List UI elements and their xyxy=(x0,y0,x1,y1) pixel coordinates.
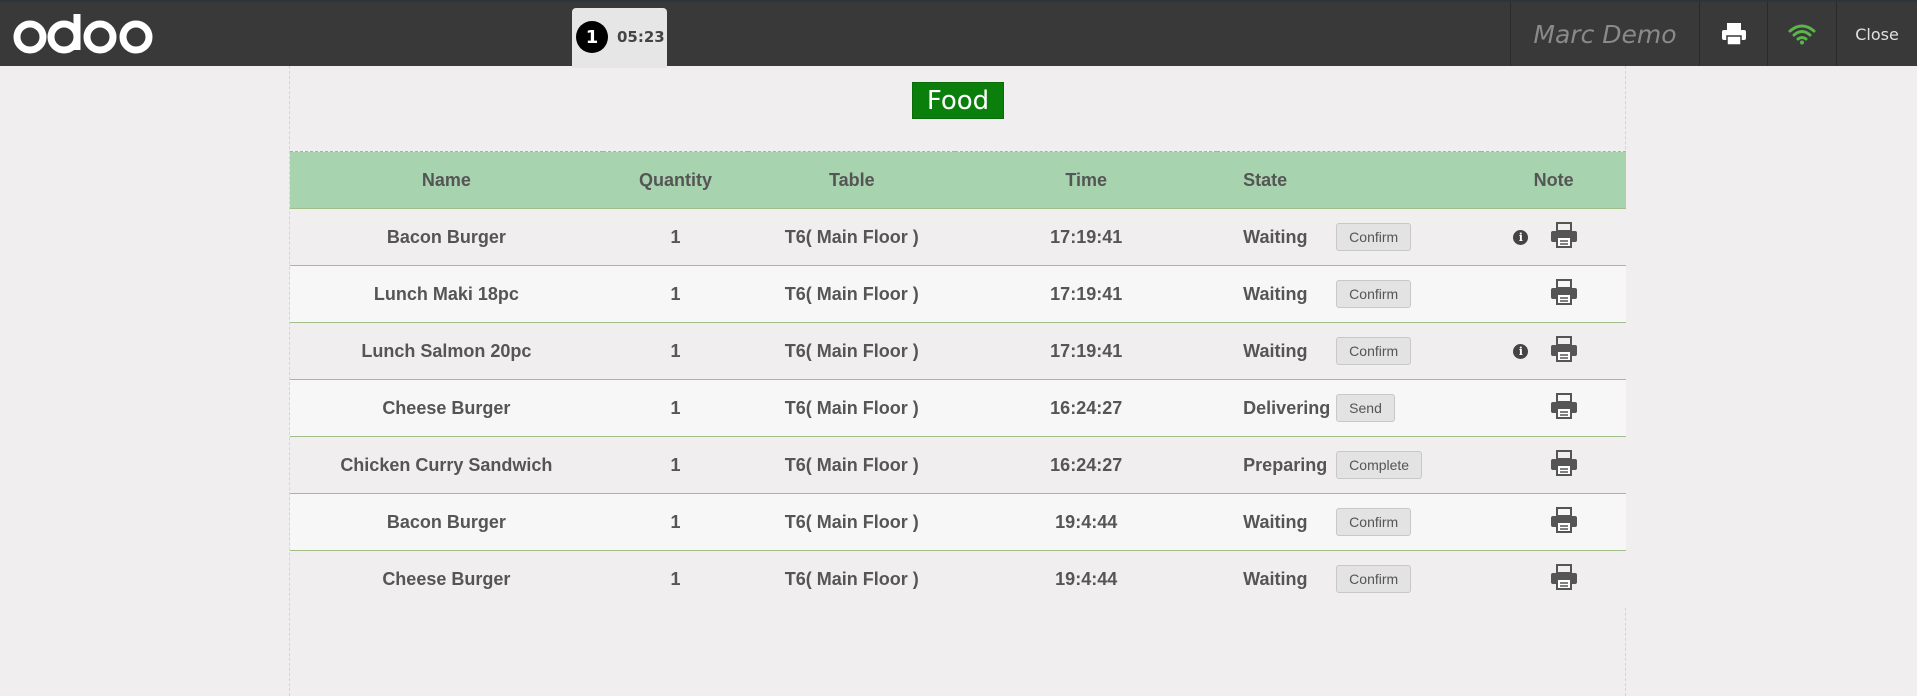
odoo-logo: odoo xyxy=(13,14,153,54)
table-row: Cheese Burger 1 T6( Main Floor ) 16:24:27 De… xyxy=(290,379,1626,437)
item-name: Bacon Burger xyxy=(290,493,603,551)
column-header-table: Table xyxy=(748,151,956,209)
item-note-cell: i xyxy=(1481,208,1626,266)
item-state: Waiting xyxy=(1243,511,1308,532)
table-row: Cheese Burger 1 T6( Main Floor ) 19:4:44 Wai… xyxy=(290,550,1626,607)
column-header-quantity: Quantity xyxy=(602,151,749,209)
item-table: T6( Main Floor ) xyxy=(748,208,956,266)
item-quantity: 1 xyxy=(602,208,749,266)
item-time: 16:24:27 xyxy=(955,436,1218,494)
item-table: T6( Main Floor ) xyxy=(748,379,956,437)
item-state: Waiting xyxy=(1243,226,1308,247)
item-state-cell: Delivering Send xyxy=(1217,379,1482,437)
state-action-button[interactable]: Confirm xyxy=(1336,223,1412,251)
item-table: T6( Main Floor ) xyxy=(748,436,956,494)
order-number-badge: 1 xyxy=(576,21,608,53)
printer-icon xyxy=(1721,23,1746,46)
printer-icon[interactable] xyxy=(1550,279,1578,310)
printer-icon[interactable] xyxy=(1550,450,1578,481)
item-time: 19:4:44 xyxy=(955,550,1218,607)
item-state-cell: Waiting Confirm xyxy=(1217,322,1482,380)
item-time: 17:19:41 xyxy=(955,265,1218,323)
item-note-cell: i xyxy=(1481,322,1626,380)
table-row: Chicken Curry Sandwich 1 T6( Main Floor ) 1… xyxy=(290,436,1626,494)
column-header-state: State xyxy=(1217,151,1482,209)
item-name: Bacon Burger xyxy=(290,208,603,266)
username[interactable]: Marc Demo xyxy=(1510,2,1699,66)
printer-icon[interactable] xyxy=(1550,507,1578,538)
printer-icon[interactable] xyxy=(1550,336,1578,367)
item-note-cell xyxy=(1481,379,1626,437)
column-header-name: Name xyxy=(290,151,603,209)
item-quantity: 1 xyxy=(602,550,749,607)
item-state-cell: Waiting Confirm xyxy=(1217,208,1482,266)
info-icon[interactable]: i xyxy=(1513,230,1529,245)
item-quantity: 1 xyxy=(602,265,749,323)
state-action-button[interactable]: Confirm xyxy=(1336,508,1412,536)
column-header-time: Time xyxy=(955,151,1218,209)
wifi-icon xyxy=(1788,24,1816,45)
orders-table: Name Quantity Table Time State Note Baco… xyxy=(290,151,1626,607)
item-state: Delivering xyxy=(1243,397,1331,418)
item-quantity: 1 xyxy=(602,379,749,437)
item-quantity: 1 xyxy=(602,493,749,551)
table-row: Bacon Burger 1 T6( Main Floor ) 17:19:41 Wai… xyxy=(290,208,1626,266)
order-tab[interactable]: 1 05:23 xyxy=(572,8,667,68)
item-note-cell xyxy=(1481,265,1626,323)
item-note-cell xyxy=(1481,550,1626,607)
item-note-cell xyxy=(1481,436,1626,494)
table-row: Lunch Salmon 20pc 1 T6( Main Floor ) 17:19:… xyxy=(290,322,1626,380)
column-header-note: Note xyxy=(1481,151,1626,209)
order-timer: 05:23 xyxy=(617,28,665,46)
printer-icon[interactable] xyxy=(1550,564,1578,595)
item-table: T6( Main Floor ) xyxy=(748,550,956,607)
info-icon[interactable]: i xyxy=(1513,344,1529,359)
item-name: Lunch Salmon 20pc xyxy=(290,322,603,380)
state-action-button[interactable]: Send xyxy=(1336,394,1395,422)
item-time: 16:24:27 xyxy=(955,379,1218,437)
printer-icon[interactable] xyxy=(1550,393,1578,424)
item-state-cell: Preparing Complete xyxy=(1217,436,1482,494)
item-name: Cheese Burger xyxy=(290,550,603,607)
item-name: Cheese Burger xyxy=(290,379,603,437)
printer-icon[interactable] xyxy=(1550,222,1578,253)
category-title: Food xyxy=(912,82,1004,119)
item-table: T6( Main Floor ) xyxy=(748,322,956,380)
item-state: Waiting xyxy=(1243,340,1308,361)
item-note-cell xyxy=(1481,493,1626,551)
item-table: T6( Main Floor ) xyxy=(748,265,956,323)
item-state: Preparing xyxy=(1243,454,1328,475)
item-name: Chicken Curry Sandwich xyxy=(290,436,603,494)
item-time: 19:4:44 xyxy=(955,493,1218,551)
item-quantity: 1 xyxy=(602,322,749,380)
table-header-row: Name Quantity Table Time State Note xyxy=(290,151,1626,209)
item-state-cell: Waiting Confirm xyxy=(1217,550,1482,607)
state-action-button[interactable]: Confirm xyxy=(1336,337,1412,365)
print-button[interactable] xyxy=(1699,2,1767,66)
item-state-cell: Waiting Confirm xyxy=(1217,265,1482,323)
item-state: Waiting xyxy=(1243,568,1308,589)
item-time: 17:19:41 xyxy=(955,208,1218,266)
item-table: T6( Main Floor ) xyxy=(748,493,956,551)
top-bar: odoo 1 05:23 Marc Demo Close xyxy=(0,0,1917,68)
item-name: Lunch Maki 18pc xyxy=(290,265,603,323)
item-state: Waiting xyxy=(1243,283,1308,304)
item-quantity: 1 xyxy=(602,436,749,494)
close-button[interactable]: Close xyxy=(1836,2,1917,66)
item-state-cell: Waiting Confirm xyxy=(1217,493,1482,551)
item-time: 17:19:41 xyxy=(955,322,1218,380)
state-action-button[interactable]: Confirm xyxy=(1336,565,1412,593)
header-actions: Marc Demo Close xyxy=(1510,2,1917,66)
table-row: Bacon Burger 1 T6( Main Floor ) 19:4:44 Wait… xyxy=(290,493,1626,551)
connection-status[interactable] xyxy=(1767,2,1836,66)
state-action-button[interactable]: Complete xyxy=(1336,451,1423,479)
table-row: Lunch Maki 18pc 1 T6( Main Floor ) 17:19:41… xyxy=(290,265,1626,323)
state-action-button[interactable]: Confirm xyxy=(1336,280,1412,308)
